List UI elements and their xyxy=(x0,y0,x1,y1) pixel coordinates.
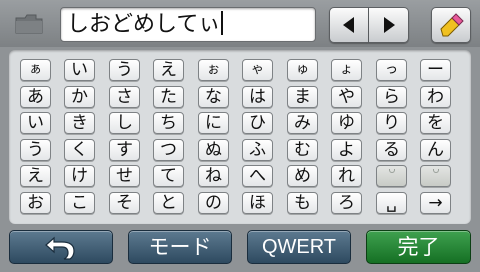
key[interactable]: い xyxy=(20,112,51,134)
key[interactable]: と xyxy=(153,192,184,214)
qwert-button[interactable]: QWERT xyxy=(247,230,351,264)
key[interactable]: た xyxy=(153,86,184,108)
key[interactable]: を xyxy=(420,112,451,134)
key[interactable]: こ xyxy=(64,192,95,214)
key[interactable]: な xyxy=(198,86,229,108)
eraser-icon xyxy=(440,13,464,37)
key[interactable]: へ xyxy=(242,165,273,187)
key[interactable]: わ xyxy=(420,86,451,108)
key[interactable]: ぉ xyxy=(198,59,229,81)
done-button[interactable]: 完了 xyxy=(366,230,471,264)
key[interactable]: え xyxy=(20,165,51,187)
input-text: しおどめしてぃ xyxy=(67,12,221,37)
blank-key[interactable] xyxy=(420,165,451,187)
back-button[interactable] xyxy=(9,230,113,264)
key[interactable]: → xyxy=(420,192,451,214)
key[interactable]: て xyxy=(153,165,184,187)
key[interactable]: や xyxy=(331,86,362,108)
key[interactable]: つ xyxy=(153,139,184,161)
kana-keyboard-panel: ぁいうえぉゃゅょっーあかさたなはまやらわいきしちにひみゆりをうくすつぬふむよるん… xyxy=(9,50,471,224)
key[interactable]: く xyxy=(64,139,95,161)
key[interactable]: け xyxy=(64,165,95,187)
key[interactable]: れ xyxy=(331,165,362,187)
key[interactable]: ん xyxy=(420,139,451,161)
key[interactable]: そ xyxy=(109,192,140,214)
key[interactable]: ␣ xyxy=(376,192,407,214)
key[interactable]: ま xyxy=(287,86,318,108)
key[interactable]: め xyxy=(287,165,318,187)
back-arrow-icon xyxy=(45,236,75,260)
key[interactable]: か xyxy=(64,86,95,108)
key[interactable]: あ xyxy=(20,86,51,108)
key[interactable]: の xyxy=(198,192,229,214)
key[interactable]: ー xyxy=(420,59,451,81)
key[interactable]: し xyxy=(109,112,140,134)
folder-icon[interactable] xyxy=(14,12,44,36)
cursor-right-button[interactable] xyxy=(369,7,409,43)
blank-key[interactable] xyxy=(376,165,407,187)
key[interactable]: ゅ xyxy=(287,59,318,81)
key[interactable]: り xyxy=(376,112,407,134)
key[interactable]: え xyxy=(153,59,184,81)
key[interactable]: ね xyxy=(198,165,229,187)
key[interactable]: ゆ xyxy=(331,112,362,134)
cursor-left-button[interactable] xyxy=(329,7,369,43)
key[interactable]: さ xyxy=(109,86,140,108)
text-caret xyxy=(221,11,224,35)
text-input-field[interactable]: しおどめしてぃ xyxy=(60,7,316,42)
key[interactable]: せ xyxy=(109,165,140,187)
key[interactable]: み xyxy=(287,112,318,134)
key[interactable]: る xyxy=(376,139,407,161)
eraser-button[interactable] xyxy=(431,7,471,43)
key[interactable]: き xyxy=(64,112,95,134)
key[interactable]: ら xyxy=(376,86,407,108)
key[interactable]: ひ xyxy=(242,112,273,134)
key[interactable]: っ xyxy=(376,59,407,81)
key[interactable]: に xyxy=(198,112,229,134)
key[interactable]: い xyxy=(64,59,95,81)
key[interactable]: う xyxy=(20,139,51,161)
key[interactable]: も xyxy=(287,192,318,214)
key[interactable]: ろ xyxy=(331,192,362,214)
key[interactable]: よ xyxy=(331,139,362,161)
mode-button[interactable]: モード xyxy=(128,230,232,264)
key[interactable]: ち xyxy=(153,112,184,134)
key[interactable]: す xyxy=(109,139,140,161)
triangle-right-icon xyxy=(383,17,395,33)
key[interactable]: ぬ xyxy=(198,139,229,161)
key[interactable]: ゃ xyxy=(242,59,273,81)
key[interactable]: ょ xyxy=(331,59,362,81)
top-bar: しおどめしてぃ xyxy=(0,0,480,47)
key[interactable]: お xyxy=(20,192,51,214)
key[interactable]: む xyxy=(287,139,318,161)
key[interactable]: ほ xyxy=(242,192,273,214)
key[interactable]: う xyxy=(109,59,140,81)
key[interactable]: ふ xyxy=(242,139,273,161)
key[interactable]: ぁ xyxy=(20,59,51,81)
triangle-left-icon xyxy=(343,17,354,33)
key[interactable]: は xyxy=(242,86,273,108)
